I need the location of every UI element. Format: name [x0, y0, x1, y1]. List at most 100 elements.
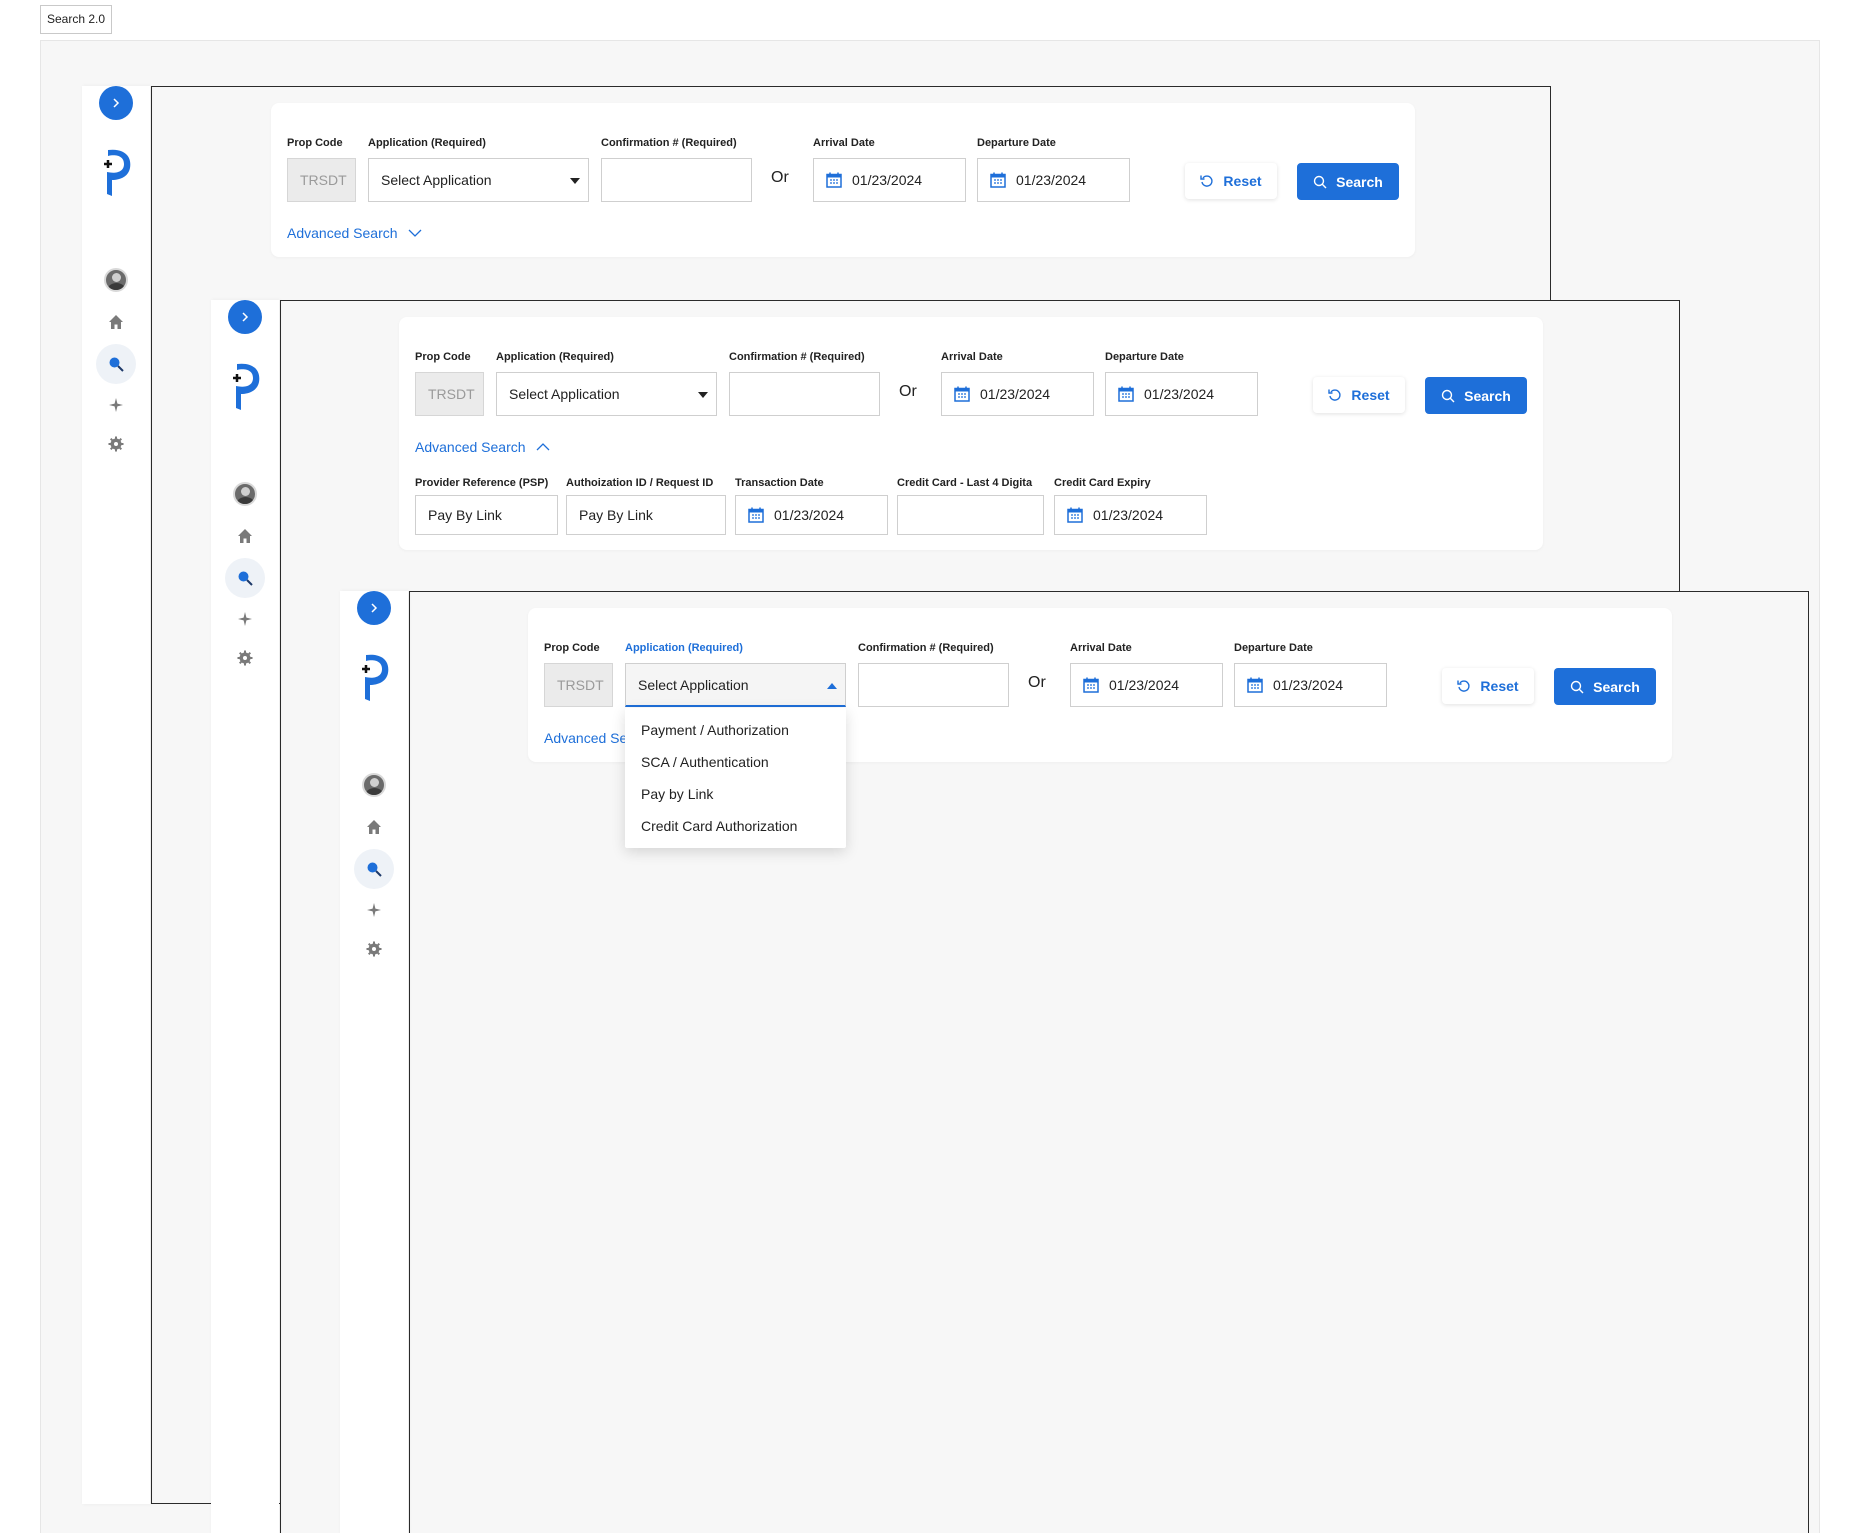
- chevron-down-icon: [408, 229, 422, 237]
- page-tag: Search 2.0: [40, 5, 112, 34]
- search-button[interactable]: Search: [1425, 377, 1527, 414]
- calendar-icon: [1118, 386, 1134, 402]
- calendar-icon: [826, 172, 842, 188]
- departure-date-input[interactable]: 01/23/2024: [1234, 663, 1387, 707]
- refresh-icon: [1457, 679, 1471, 693]
- application-select-open[interactable]: Select Application: [625, 663, 846, 707]
- application-dropdown: Payment / Authorization SCA / Authentica…: [625, 708, 846, 848]
- nav-home[interactable]: [96, 302, 136, 342]
- advanced-search-label: Advanced Se: [544, 730, 627, 746]
- application-select[interactable]: Select Application: [368, 158, 589, 202]
- nav-search[interactable]: [96, 344, 136, 384]
- sidebar-1: [82, 86, 150, 1504]
- design-canvas: Prop Code TRSDT Application (Required) S…: [40, 40, 1820, 1533]
- sidebar-2: [211, 300, 279, 1533]
- nav-sparkle[interactable]: [225, 599, 265, 639]
- home-icon: [108, 314, 124, 330]
- or-separator: Or: [1028, 674, 1046, 692]
- departure-date-value: 01/23/2024: [1273, 677, 1343, 693]
- advanced-search-toggle[interactable]: Advanced Search: [287, 225, 422, 241]
- authorization-id-input[interactable]: Pay By Link: [566, 495, 726, 535]
- nav-search[interactable]: [354, 849, 394, 889]
- prop-code-label: Prop Code: [287, 137, 343, 149]
- sidebar-toggle-button[interactable]: [99, 86, 133, 120]
- application-select-value: Select Application: [509, 386, 620, 402]
- cc-expiry-input[interactable]: 01/23/2024: [1054, 495, 1207, 535]
- calendar-icon: [1067, 507, 1083, 523]
- arrival-date-value: 01/23/2024: [852, 172, 922, 188]
- search-button[interactable]: Search: [1554, 668, 1656, 705]
- advanced-search-label: Advanced Search: [415, 439, 526, 455]
- departure-date-label: Departure Date: [1234, 642, 1313, 654]
- departure-date-input[interactable]: 01/23/2024: [977, 158, 1130, 202]
- prop-code-label: Prop Code: [544, 642, 600, 654]
- search-button-label: Search: [1336, 174, 1383, 190]
- dropdown-option[interactable]: Payment / Authorization: [625, 714, 846, 746]
- arrival-date-label: Arrival Date: [1070, 642, 1132, 654]
- arrival-date-value: 01/23/2024: [980, 386, 1050, 402]
- or-separator: Or: [899, 383, 917, 401]
- application-select-value: Select Application: [638, 677, 749, 693]
- nav-search[interactable]: [225, 558, 265, 598]
- nav-sparkle[interactable]: [96, 385, 136, 425]
- arrival-date-input[interactable]: 01/23/2024: [813, 158, 966, 202]
- nav-settings[interactable]: [354, 929, 394, 969]
- prop-code-input: TRSDT: [287, 158, 356, 202]
- departure-date-label: Departure Date: [977, 137, 1056, 149]
- gear-icon: [108, 436, 124, 452]
- nav-home[interactable]: [225, 516, 265, 556]
- cc-expiry-label: Credit Card Expiry: [1054, 477, 1151, 489]
- sparkle-icon: [237, 611, 253, 627]
- calendar-icon: [954, 386, 970, 402]
- home-icon: [366, 819, 382, 835]
- nav-avatar[interactable]: [225, 474, 265, 514]
- dropdown-option[interactable]: SCA / Authentication: [625, 746, 846, 778]
- application-label: Application (Required): [368, 137, 486, 149]
- provider-reference-label: Provider Reference (PSP): [415, 477, 548, 489]
- departure-date-value: 01/23/2024: [1144, 386, 1214, 402]
- calendar-icon: [990, 172, 1006, 188]
- reset-button[interactable]: Reset: [1185, 163, 1277, 199]
- search-icon: [1313, 175, 1327, 189]
- nav-avatar[interactable]: [96, 260, 136, 300]
- advanced-search-toggle[interactable]: Advanced Search: [415, 439, 550, 455]
- provider-reference-input[interactable]: Pay By Link: [415, 495, 558, 535]
- arrival-date-input[interactable]: 01/23/2024: [1070, 663, 1223, 707]
- cc-last4-input[interactable]: [897, 495, 1044, 535]
- departure-date-input[interactable]: 01/23/2024: [1105, 372, 1258, 416]
- confirmation-input[interactable]: [601, 158, 752, 202]
- gear-icon: [237, 650, 253, 666]
- app-logo: [100, 144, 134, 200]
- application-label: Application (Required): [496, 351, 614, 363]
- search-button-label: Search: [1593, 679, 1640, 695]
- confirmation-label: Confirmation # (Required): [858, 642, 994, 654]
- calendar-icon: [1247, 677, 1263, 693]
- sparkle-icon: [366, 902, 382, 918]
- sidebar-toggle-button[interactable]: [357, 591, 391, 625]
- reset-button[interactable]: Reset: [1442, 668, 1534, 704]
- or-separator: Or: [771, 169, 789, 187]
- search-card-1: Prop Code TRSDT Application (Required) S…: [271, 103, 1415, 257]
- nav-home[interactable]: [354, 807, 394, 847]
- nav-settings[interactable]: [225, 638, 265, 678]
- nav-sparkle[interactable]: [354, 890, 394, 930]
- advanced-search-toggle[interactable]: Advanced Se: [544, 730, 627, 746]
- nav-settings[interactable]: [96, 424, 136, 464]
- reset-button-label: Reset: [1223, 173, 1261, 189]
- arrival-date-input[interactable]: 01/23/2024: [941, 372, 1094, 416]
- chevron-up-icon: [827, 683, 837, 689]
- chevron-right-icon: [110, 97, 122, 109]
- reset-button[interactable]: Reset: [1313, 377, 1405, 413]
- dropdown-option[interactable]: Pay by Link: [625, 778, 846, 810]
- confirmation-input[interactable]: [858, 663, 1009, 707]
- dropdown-option[interactable]: Credit Card Authorization: [625, 810, 846, 842]
- reset-button-label: Reset: [1351, 387, 1389, 403]
- arrival-date-label: Arrival Date: [813, 137, 875, 149]
- sidebar-toggle-button[interactable]: [228, 300, 262, 334]
- transaction-date-input[interactable]: 01/23/2024: [735, 495, 888, 535]
- confirmation-input[interactable]: [729, 372, 880, 416]
- advanced-search-label: Advanced Search: [287, 225, 398, 241]
- nav-avatar[interactable]: [354, 765, 394, 805]
- application-select[interactable]: Select Application: [496, 372, 717, 416]
- search-button[interactable]: Search: [1297, 163, 1399, 200]
